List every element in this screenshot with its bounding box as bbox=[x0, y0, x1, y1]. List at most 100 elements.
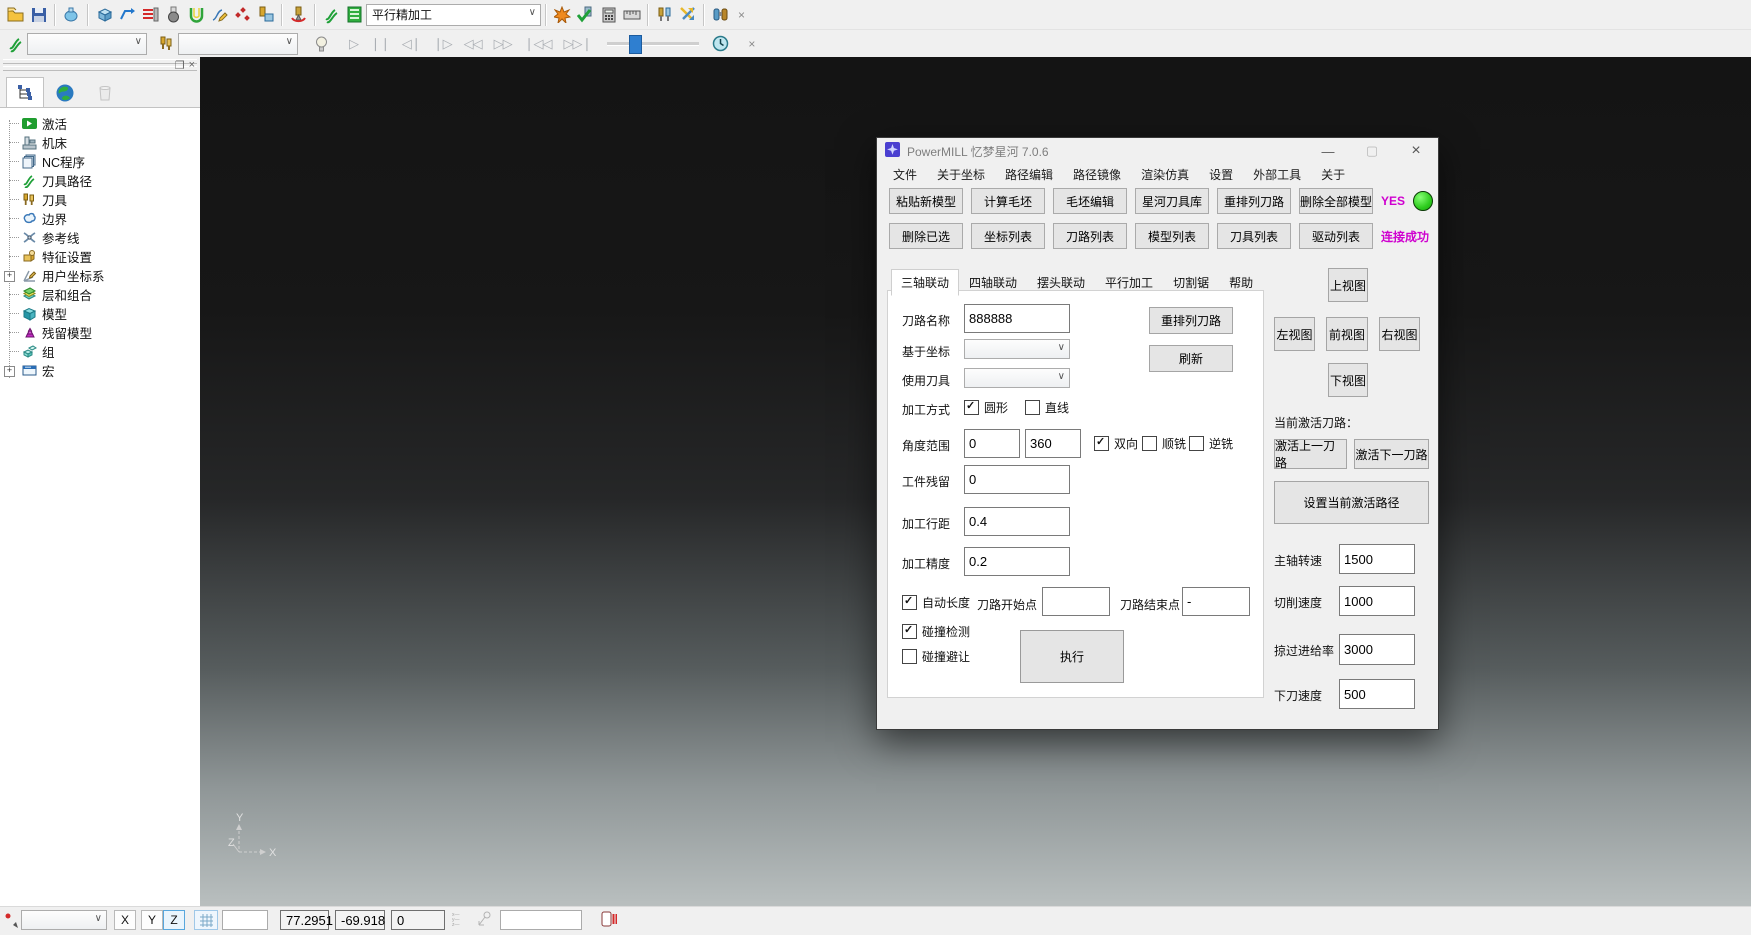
spindle-speed-input[interactable] bbox=[1339, 544, 1415, 574]
measure-icon[interactable] bbox=[620, 3, 643, 26]
tree-item-pattern[interactable]: 参考线 bbox=[0, 228, 200, 247]
rearrange-button[interactable]: 重排列刀路 bbox=[1149, 307, 1233, 334]
menu-path-edit[interactable]: 路径编辑 bbox=[995, 166, 1063, 183]
ball-tool-icon[interactable] bbox=[162, 3, 185, 26]
tree-item-macro[interactable]: +宏 bbox=[0, 361, 200, 380]
grid-size-input[interactable] bbox=[222, 910, 268, 930]
menu-external-tools[interactable]: 外部工具 bbox=[1243, 166, 1311, 183]
tree-item-levels[interactable]: 层和组合 bbox=[0, 285, 200, 304]
menu-about[interactable]: 关于 bbox=[1311, 166, 1355, 183]
pause-icon[interactable]: ❘❘ bbox=[364, 33, 396, 55]
calc-stock-button[interactable]: 计算毛坯 bbox=[971, 188, 1045, 214]
expand-icon[interactable]: + bbox=[4, 366, 15, 377]
feeds-speeds-icon[interactable] bbox=[139, 3, 162, 26]
verify-tool-icon[interactable] bbox=[574, 3, 597, 26]
tab-3axis[interactable]: 三轴联动 bbox=[891, 269, 959, 296]
plunge-feed-input[interactable] bbox=[1339, 679, 1415, 709]
expand-icon[interactable]: + bbox=[4, 271, 15, 282]
tree-item-workplane[interactable]: +用户坐标系 bbox=[0, 266, 200, 285]
fast-forward-icon[interactable]: ▷▷ bbox=[488, 33, 518, 55]
toolpath-list-button[interactable]: 刀路列表 bbox=[1053, 223, 1127, 249]
menu-settings[interactable]: 设置 bbox=[1199, 166, 1243, 183]
view-front-button[interactable]: 前视图 bbox=[1326, 317, 1368, 351]
rearrange-toolpaths-button[interactable]: 重排列刀路 bbox=[1217, 188, 1291, 214]
explorer-tree-tab[interactable] bbox=[6, 77, 44, 109]
climb-checkbox[interactable]: 顺铣 bbox=[1142, 435, 1186, 452]
tab-saw[interactable]: 切割锯 bbox=[1163, 269, 1219, 296]
pattern-edit-icon[interactable] bbox=[208, 3, 231, 26]
recycle-bin-tab[interactable] bbox=[86, 77, 124, 109]
toolbar-close-icon[interactable]: × bbox=[732, 8, 751, 22]
stock-input[interactable] bbox=[964, 465, 1070, 494]
measure-input[interactable] bbox=[500, 910, 582, 930]
probe-icon[interactable] bbox=[476, 910, 493, 930]
tool-library-button[interactable]: 星河刀具库 bbox=[1135, 188, 1209, 214]
tab-4axis[interactable]: 四轴联动 bbox=[959, 269, 1027, 296]
tool-list-button[interactable]: 刀具列表 bbox=[1217, 223, 1291, 249]
speed-slider-handle[interactable] bbox=[629, 35, 642, 54]
open-folder-icon[interactable] bbox=[4, 3, 27, 26]
spark-tool-icon[interactable] bbox=[551, 3, 574, 26]
edit-stock-button[interactable]: 毛坯编辑 bbox=[1053, 188, 1127, 214]
tree-item-stock-model[interactable]: 残留模型 bbox=[0, 323, 200, 342]
clock-icon[interactable] bbox=[709, 32, 732, 55]
tree-item-tool[interactable]: 刀具 bbox=[0, 190, 200, 209]
step-back-icon[interactable]: ◁❘ bbox=[396, 33, 427, 55]
stepover-input[interactable] bbox=[964, 507, 1070, 536]
tab-tilt-head[interactable]: 摆头联动 bbox=[1027, 269, 1095, 296]
toolpath-name-input[interactable] bbox=[964, 304, 1070, 333]
menu-render-sim[interactable]: 渲染仿真 bbox=[1131, 166, 1199, 183]
cutting-feed-input[interactable] bbox=[1339, 586, 1415, 616]
toolpath-icon[interactable] bbox=[320, 3, 343, 26]
tab-parallel[interactable]: 平行加工 bbox=[1095, 269, 1163, 296]
tree-item-group[interactable]: 组 bbox=[0, 342, 200, 361]
auto-length-checkbox[interactable]: 自动长度 bbox=[902, 594, 970, 611]
axis-z-button[interactable]: Z bbox=[163, 910, 185, 930]
tool-icon[interactable] bbox=[155, 32, 178, 55]
strategy-list-icon[interactable] bbox=[343, 3, 366, 26]
workplane-combobox[interactable] bbox=[21, 910, 107, 930]
drive-list-button[interactable]: 驱动列表 bbox=[1299, 223, 1373, 249]
menu-path-mirror[interactable]: 路径镜像 bbox=[1063, 166, 1131, 183]
tree-item-machine[interactable]: 机床 bbox=[0, 133, 200, 152]
go-end-icon[interactable]: ▷▷❘ bbox=[557, 33, 597, 55]
delete-all-models-button[interactable]: 删除全部模型 bbox=[1299, 188, 1373, 214]
paste-new-model-button[interactable]: 粘贴新模型 bbox=[889, 188, 963, 214]
set-active-path-button[interactable]: 设置当前激活路径 bbox=[1274, 481, 1429, 524]
toolpath-connections-icon[interactable] bbox=[116, 3, 139, 26]
save-icon[interactable] bbox=[27, 3, 50, 26]
execute-button[interactable]: 执行 bbox=[1020, 630, 1124, 683]
view-right-button[interactable]: 右视图 bbox=[1379, 317, 1420, 351]
view-left-button[interactable]: 左视图 bbox=[1274, 317, 1315, 351]
toolbar-close-icon[interactable]: × bbox=[742, 37, 761, 51]
conventional-checkbox[interactable]: 逆铣 bbox=[1189, 435, 1233, 452]
panel-float-icon[interactable]: ❐ bbox=[175, 59, 185, 72]
step-forward-icon[interactable]: ❘▷ bbox=[427, 33, 458, 55]
xyz-list-icon[interactable]: x—y—z— bbox=[452, 910, 469, 930]
panel-grip[interactable] bbox=[3, 59, 197, 64]
shaded-render-icon[interactable] bbox=[60, 3, 83, 26]
tree-item-boundary[interactable]: 边界 bbox=[0, 209, 200, 228]
swap-arrows-icon[interactable] bbox=[676, 3, 699, 26]
drill-icon[interactable] bbox=[287, 3, 310, 26]
refresh-button[interactable]: 刷新 bbox=[1149, 345, 1233, 372]
panel-close-icon[interactable]: × bbox=[189, 59, 195, 72]
pick-point-icon[interactable] bbox=[3, 910, 19, 930]
tolerance-input[interactable] bbox=[964, 547, 1070, 576]
grid-icon[interactable] bbox=[194, 910, 218, 930]
model-list-button[interactable]: 模型列表 bbox=[1135, 223, 1209, 249]
axis-x-button[interactable]: X bbox=[114, 910, 136, 930]
circle-checkbox[interactable]: 圆形 bbox=[964, 399, 1008, 416]
tree-item-toolpath[interactable]: 刀具路径 bbox=[0, 171, 200, 190]
toolpath-icon[interactable] bbox=[4, 32, 27, 55]
leads-links-icon[interactable] bbox=[185, 3, 208, 26]
skim-feed-input[interactable] bbox=[1339, 634, 1415, 665]
collision-check-checkbox[interactable]: 碰撞检测 bbox=[902, 623, 970, 640]
coord-list-button[interactable]: 坐标列表 bbox=[971, 223, 1045, 249]
menu-file[interactable]: 文件 bbox=[883, 166, 927, 183]
bidirectional-checkbox[interactable]: 双向 bbox=[1094, 435, 1138, 452]
calculator-icon[interactable] bbox=[597, 3, 620, 26]
view-bottom-button[interactable]: 下视图 bbox=[1328, 363, 1368, 397]
points-icon[interactable] bbox=[231, 3, 254, 26]
angle-from-input[interactable] bbox=[964, 429, 1020, 458]
